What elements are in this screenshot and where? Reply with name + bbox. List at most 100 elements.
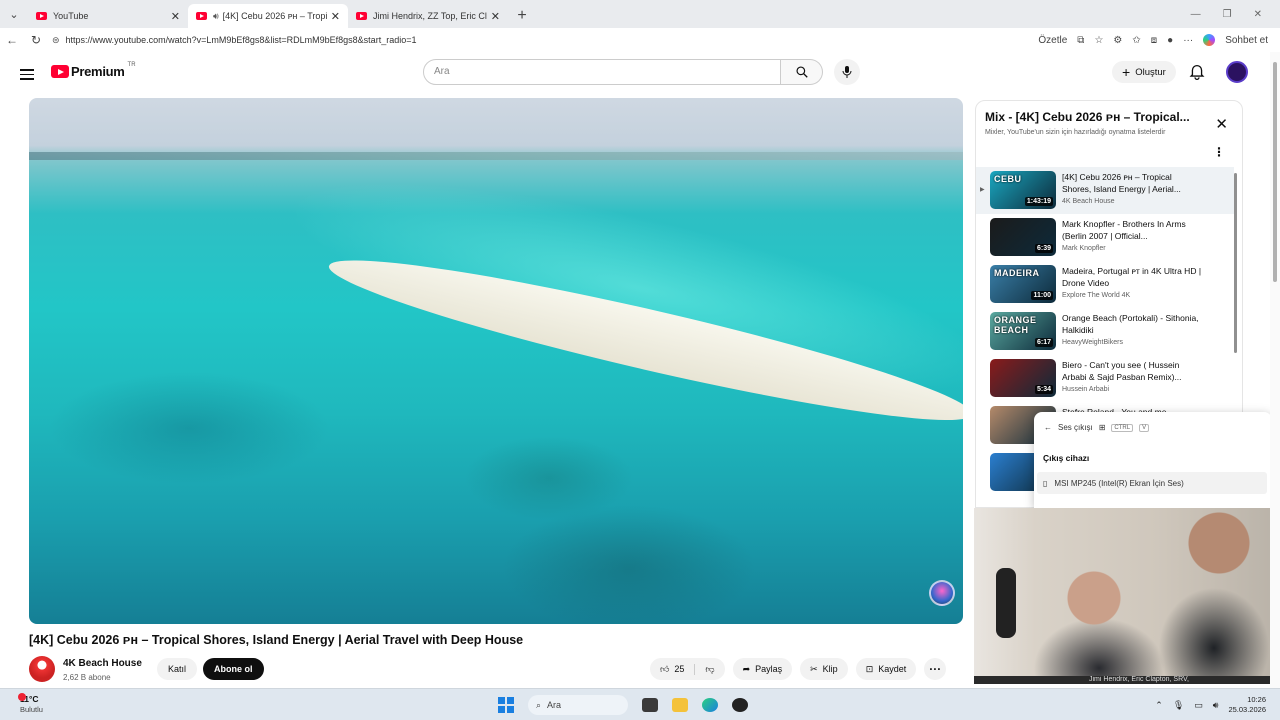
edge-browser-icon[interactable] bbox=[702, 698, 718, 712]
youtube-premium-logo[interactable]: Premium TR bbox=[51, 61, 136, 79]
playlist-item[interactable]: ORANGE BEACH 6:17 Orange Beach (Portokali)… bbox=[976, 308, 1234, 355]
clip-button[interactable]: ✂ Klip bbox=[800, 658, 848, 680]
notifications-button[interactable] bbox=[1189, 63, 1205, 85]
video-player[interactable] bbox=[29, 98, 963, 624]
clip-label: Klip bbox=[822, 664, 838, 674]
minimize-icon[interactable]: — bbox=[1191, 9, 1201, 20]
summarize-button[interactable]: Özetle bbox=[1038, 35, 1067, 46]
task-view-icon[interactable] bbox=[642, 698, 658, 712]
playlist-more-icon[interactable]: ⋮ bbox=[1213, 145, 1225, 159]
url-text: https://www.youtube.com/watch?v=LmM9bEf8… bbox=[65, 35, 417, 45]
dislike-button[interactable]: 👎︎ bbox=[695, 664, 724, 675]
taskbar-search[interactable]: ⌕ Ara bbox=[528, 695, 628, 715]
plus-icon: + bbox=[1122, 64, 1131, 80]
like-button[interactable]: 👍︎ 25 bbox=[650, 663, 696, 675]
webcam-ticker: Jimi Hendrix, Eric Clapton, SRV, bbox=[974, 676, 1280, 684]
browser-tab-youtube[interactable]: YouTube ✕ bbox=[28, 4, 188, 28]
playlist-thumbnail[interactable]: 5:34 bbox=[990, 359, 1056, 397]
back-icon[interactable]: ← bbox=[0, 33, 24, 47]
favorites-icon[interactable]: ✩ bbox=[1132, 35, 1140, 46]
page-scrollbar[interactable] bbox=[1270, 52, 1280, 688]
subscribe-button[interactable]: Abone ol bbox=[203, 658, 264, 680]
share-button[interactable]: ➦ Paylaş bbox=[732, 658, 793, 680]
video-title: [4K] Cebu 2026 ᴘʜ – Tropical Shores, Isl… bbox=[29, 633, 524, 647]
app-available-icon[interactable]: ⧉ bbox=[1077, 35, 1084, 46]
weather-widget[interactable]: 11°C Bulutlu bbox=[18, 693, 43, 714]
close-tab-icon[interactable]: ✕ bbox=[491, 10, 500, 23]
copilot-icon[interactable] bbox=[1203, 34, 1216, 46]
video-horizon bbox=[29, 152, 963, 160]
search-button[interactable] bbox=[781, 59, 823, 85]
copilot-chat-button[interactable]: Sohbet et bbox=[1225, 35, 1268, 46]
channel-watermark-icon[interactable] bbox=[929, 580, 955, 606]
collections-icon[interactable]: ⧈ bbox=[1151, 35, 1157, 46]
site-info-icon[interactable]: ⊜ bbox=[52, 35, 60, 46]
back-arrow-icon[interactable]: ← bbox=[1044, 423, 1052, 432]
popup-header: ← Ses çıkışı ⊞ CTRL V bbox=[1044, 423, 1150, 432]
speaker-icon[interactable]: 🔊︎ bbox=[213, 11, 219, 22]
subscriber-count: 2,62 B abone bbox=[63, 673, 111, 682]
url-field[interactable]: ⊜ https://www.youtube.com/watch?v=LmM9bE… bbox=[52, 30, 1038, 50]
refresh-icon[interactable]: ↻ bbox=[24, 33, 48, 47]
bookmark-icon: ⊡ bbox=[865, 663, 874, 674]
close-playlist-icon[interactable]: ✕ bbox=[1215, 115, 1228, 133]
obs-app-icon[interactable] bbox=[732, 698, 748, 712]
video-actions: 👍︎ 25 👎︎ ➦ Paylaş ✂ Klip ⊡ Kaydet ··· bbox=[650, 658, 947, 680]
like-dislike-group: 👍︎ 25 👎︎ bbox=[650, 658, 725, 680]
browser-tab-jimi-hendrix[interactable]: Jimi Hendrix, ZZ Top, Eric Clap ✕ bbox=[348, 4, 508, 28]
playlist-thumbnail[interactable]: MADEIRA 11:00 bbox=[990, 265, 1056, 303]
playlist-item-title: Biero - Can't you see ( Hussein Arbabi &… bbox=[1062, 360, 1182, 382]
playlist-item-channel: Mark Knopfler bbox=[1062, 245, 1106, 252]
address-bar-actions: Özetle ⧉ ☆ ⚙ ✩ ⧈ ● ··· Sohbet et bbox=[1038, 34, 1280, 46]
volume-icon[interactable]: 🔊︎ bbox=[1213, 700, 1219, 711]
playlist-item-title: Madeira, Portugal ᴘᴛ in 4K Ultra HD | Dr… bbox=[1062, 266, 1202, 288]
network-icon[interactable]: ▭ bbox=[1194, 700, 1203, 711]
search-input[interactable]: Ara bbox=[423, 59, 781, 85]
join-button[interactable]: Katıl bbox=[157, 658, 198, 680]
maximize-icon[interactable]: ❐ bbox=[1223, 9, 1232, 20]
playlist-item[interactable]: MADEIRA 11:00 Madeira, Portugal ᴘᴛ in 4K U… bbox=[976, 261, 1234, 308]
clock[interactable]: 10:26 25.03.2026 bbox=[1228, 695, 1266, 715]
more-actions-button[interactable]: ··· bbox=[924, 658, 947, 680]
create-button[interactable]: + Oluştur bbox=[1112, 61, 1176, 83]
thumbnail-label: MADEIRA bbox=[994, 268, 1040, 278]
windows-taskbar: 11°C Bulutlu ⌕ Ara ⌃ 🎙︎ ▭ 🔊︎ 10:26 25.03… bbox=[0, 688, 1280, 720]
tab-actions-menu-icon[interactable]: ⌄ bbox=[0, 0, 28, 28]
close-tab-icon[interactable]: ✕ bbox=[331, 10, 340, 23]
output-device-option[interactable]: ▯ MSI MP245 (Intel(R) Ekran İçin Ses) bbox=[1037, 472, 1267, 494]
file-explorer-icon[interactable] bbox=[672, 698, 688, 712]
playlist-item[interactable]: 6:39 Mark Knopfler - Brothers In Arms (Be… bbox=[976, 214, 1234, 261]
now-playing-arrow-icon: ▶ bbox=[980, 187, 985, 193]
playlist-thumbnail[interactable]: 6:39 bbox=[990, 218, 1056, 256]
profile-icon[interactable]: ● bbox=[1167, 35, 1173, 46]
more-menu-icon[interactable]: ··· bbox=[1183, 35, 1193, 46]
menu-icon[interactable] bbox=[20, 66, 34, 83]
close-tab-icon[interactable]: ✕ bbox=[171, 10, 180, 23]
account-avatar[interactable] bbox=[1226, 61, 1248, 83]
playlist-item[interactable]: 5:34 Biero - Can't you see ( Hussein Arba… bbox=[976, 355, 1234, 402]
youtube-favicon-icon bbox=[196, 12, 207, 20]
duration-badge: 6:39 bbox=[1034, 244, 1053, 253]
thumbnail-label: CEBU bbox=[994, 174, 1022, 184]
playlist-scrollbar[interactable] bbox=[1234, 173, 1237, 353]
channel-avatar[interactable] bbox=[29, 656, 55, 682]
close-window-icon[interactable]: ✕ bbox=[1254, 9, 1262, 20]
favorite-star-icon[interactable]: ☆ bbox=[1094, 35, 1103, 46]
mic-tray-icon[interactable]: 🎙︎ bbox=[1173, 700, 1184, 711]
tray-overflow-icon[interactable]: ⌃ bbox=[1155, 700, 1163, 711]
new-tab-button[interactable]: + bbox=[508, 4, 536, 28]
playlist-item-channel: HeavyWeightBikers bbox=[1062, 339, 1123, 346]
browser-tab-cebu[interactable]: 🔊︎ [4K] Cebu 2026 ᴘʜ – Tropical S ✕ bbox=[188, 4, 348, 28]
channel-name[interactable]: 4K Beach House bbox=[63, 658, 142, 669]
playlist-item-info: Biero - Can't you see ( Hussein Arbabi &… bbox=[1062, 359, 1202, 393]
playlist-thumbnail[interactable]: ORANGE BEACH 6:17 bbox=[990, 312, 1056, 350]
tab-title: [4K] Cebu 2026 ᴘʜ – Tropical S bbox=[222, 11, 327, 21]
playlist-item[interactable]: ▶ CEBU 1:43:19 [4K] Cebu 2026 ᴘʜ – Tropical… bbox=[976, 167, 1234, 214]
save-button[interactable]: ⊡ Kaydet bbox=[855, 658, 917, 680]
voice-search-button[interactable] bbox=[834, 59, 860, 85]
playlist-thumbnail[interactable]: CEBU 1:43:19 bbox=[990, 171, 1056, 209]
extensions-icon[interactable]: ⚙ bbox=[1113, 35, 1122, 46]
country-code: TR bbox=[127, 61, 136, 68]
playlist-item-channel: Hussein Arbabi bbox=[1062, 386, 1110, 393]
start-button[interactable] bbox=[498, 697, 514, 713]
